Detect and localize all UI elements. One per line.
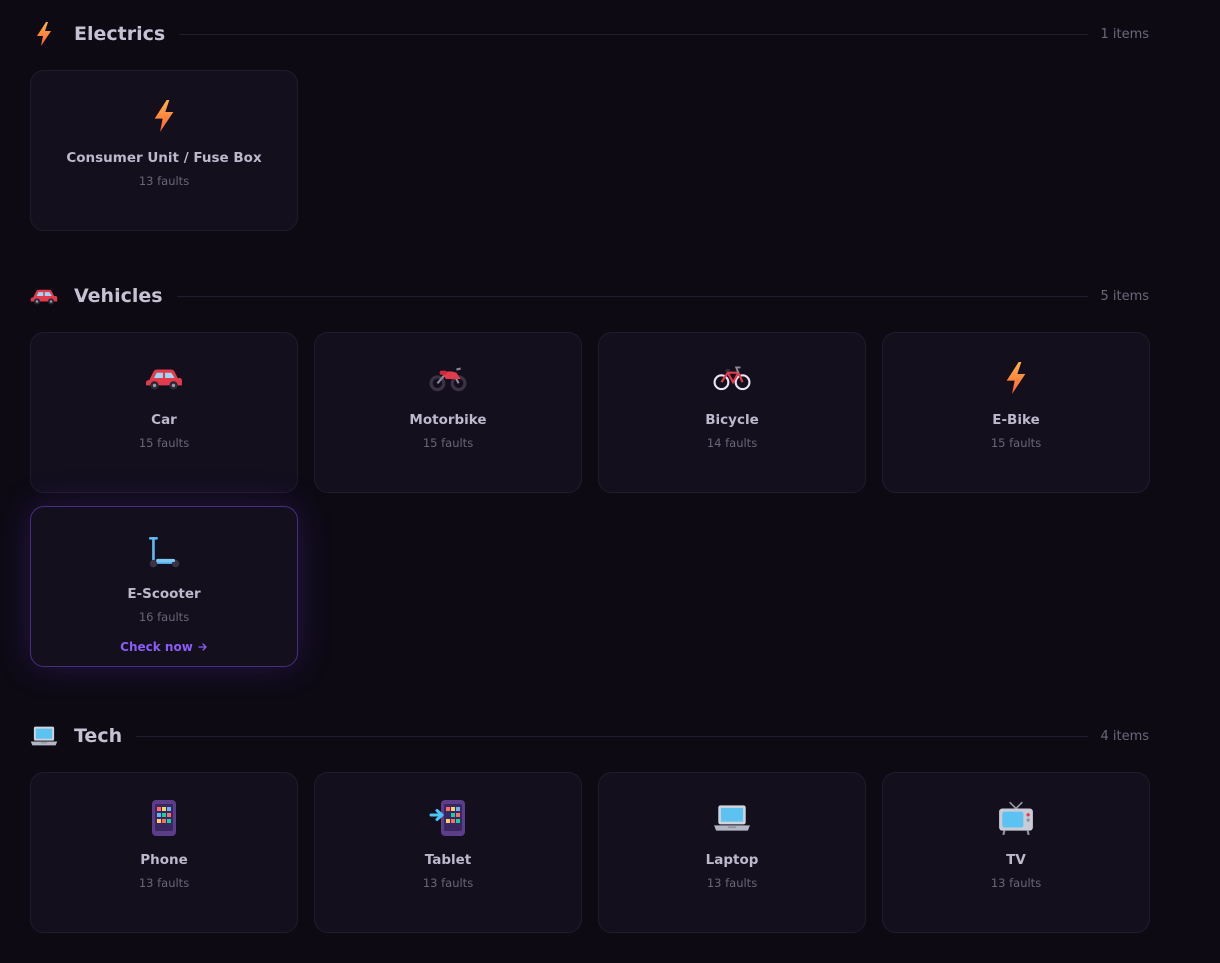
section-divider bbox=[136, 735, 1089, 737]
page: Electrics 1 items Consumer Unit / Fuse B… bbox=[0, 0, 1220, 963]
item-fault-count: 14 faults bbox=[706, 436, 758, 450]
phone-icon bbox=[144, 799, 184, 837]
motorbike-icon bbox=[428, 359, 468, 397]
laptop-icon bbox=[712, 799, 752, 837]
item-name: E-Bike bbox=[992, 412, 1040, 428]
section-title: Tech bbox=[74, 725, 123, 747]
section-divider bbox=[176, 295, 1089, 297]
item-fault-count: 13 faults bbox=[990, 876, 1042, 890]
item-card-car[interactable]: Car 15 faults bbox=[30, 332, 298, 493]
section-header: Vehicles 5 items bbox=[30, 281, 1149, 311]
tablet-icon bbox=[428, 799, 468, 837]
section-header: Tech 4 items bbox=[30, 721, 1149, 751]
item-fault-count: 13 faults bbox=[138, 174, 190, 188]
item-name: TV bbox=[1006, 852, 1026, 868]
item-card-e-scooter[interactable]: E-Scooter 16 faults Check now bbox=[30, 506, 298, 667]
item-card-laptop[interactable]: Laptop 13 faults bbox=[598, 772, 866, 933]
section-electrics: Electrics 1 items Consumer Unit / Fuse B… bbox=[30, 19, 1149, 231]
item-fault-count: 13 faults bbox=[706, 876, 758, 890]
section-count: 5 items bbox=[1100, 288, 1149, 304]
item-card-consumer-unit[interactable]: Consumer Unit / Fuse Box 13 faults bbox=[30, 70, 298, 231]
section-header: Electrics 1 items bbox=[30, 19, 1149, 49]
lightning-icon bbox=[996, 359, 1036, 397]
item-card-e-bike[interactable]: E-Bike 15 faults bbox=[882, 332, 1150, 493]
car-icon bbox=[30, 282, 58, 310]
item-card-tv[interactable]: TV 13 faults bbox=[882, 772, 1150, 933]
item-name: Car bbox=[151, 412, 177, 428]
item-name: Laptop bbox=[705, 852, 759, 868]
lightning-icon bbox=[144, 97, 184, 135]
items-grid: Phone 13 faults Tablet 13 faults Laptop … bbox=[30, 772, 1150, 933]
section-divider bbox=[179, 33, 1089, 35]
bicycle-icon bbox=[712, 359, 752, 397]
item-name: Bicycle bbox=[705, 412, 759, 428]
items-grid: Consumer Unit / Fuse Box 13 faults bbox=[30, 70, 1149, 231]
items-grid: Car 15 faults Motorbike 15 faults Bicycl… bbox=[30, 332, 1150, 667]
item-fault-count: 15 faults bbox=[422, 436, 474, 450]
item-fault-count: 15 faults bbox=[138, 436, 190, 450]
item-name: Tablet bbox=[424, 852, 472, 868]
item-fault-count: 15 faults bbox=[990, 436, 1042, 450]
check-now-link[interactable]: Check now bbox=[120, 640, 208, 654]
laptop-icon bbox=[30, 722, 58, 750]
scooter-icon bbox=[144, 533, 184, 571]
item-name: Phone bbox=[140, 852, 188, 868]
section-count: 1 items bbox=[1100, 26, 1149, 42]
item-card-motorbike[interactable]: Motorbike 15 faults bbox=[314, 332, 582, 493]
lightning-icon bbox=[30, 20, 58, 48]
tv-icon bbox=[996, 799, 1036, 837]
section-count: 4 items bbox=[1100, 728, 1149, 744]
item-card-tablet[interactable]: Tablet 13 faults bbox=[314, 772, 582, 933]
section-title: Vehicles bbox=[74, 285, 163, 307]
item-name: E-Scooter bbox=[127, 586, 201, 602]
item-fault-count: 13 faults bbox=[138, 876, 190, 890]
item-name: Consumer Unit / Fuse Box bbox=[66, 150, 262, 166]
item-card-bicycle[interactable]: Bicycle 14 faults bbox=[598, 332, 866, 493]
section-vehicles: Vehicles 5 items Car 15 faults Motorbike… bbox=[30, 281, 1150, 667]
item-fault-count: 16 faults bbox=[138, 610, 190, 624]
item-fault-count: 13 faults bbox=[422, 876, 474, 890]
car-icon bbox=[144, 359, 184, 397]
arrow-right-icon bbox=[198, 643, 207, 651]
check-now-label: Check now bbox=[120, 640, 193, 654]
section-title: Electrics bbox=[74, 23, 166, 45]
item-name: Motorbike bbox=[409, 412, 487, 428]
item-card-phone[interactable]: Phone 13 faults bbox=[30, 772, 298, 933]
section-tech: Tech 4 items Phone 13 faults Tablet 13 f… bbox=[30, 721, 1150, 933]
